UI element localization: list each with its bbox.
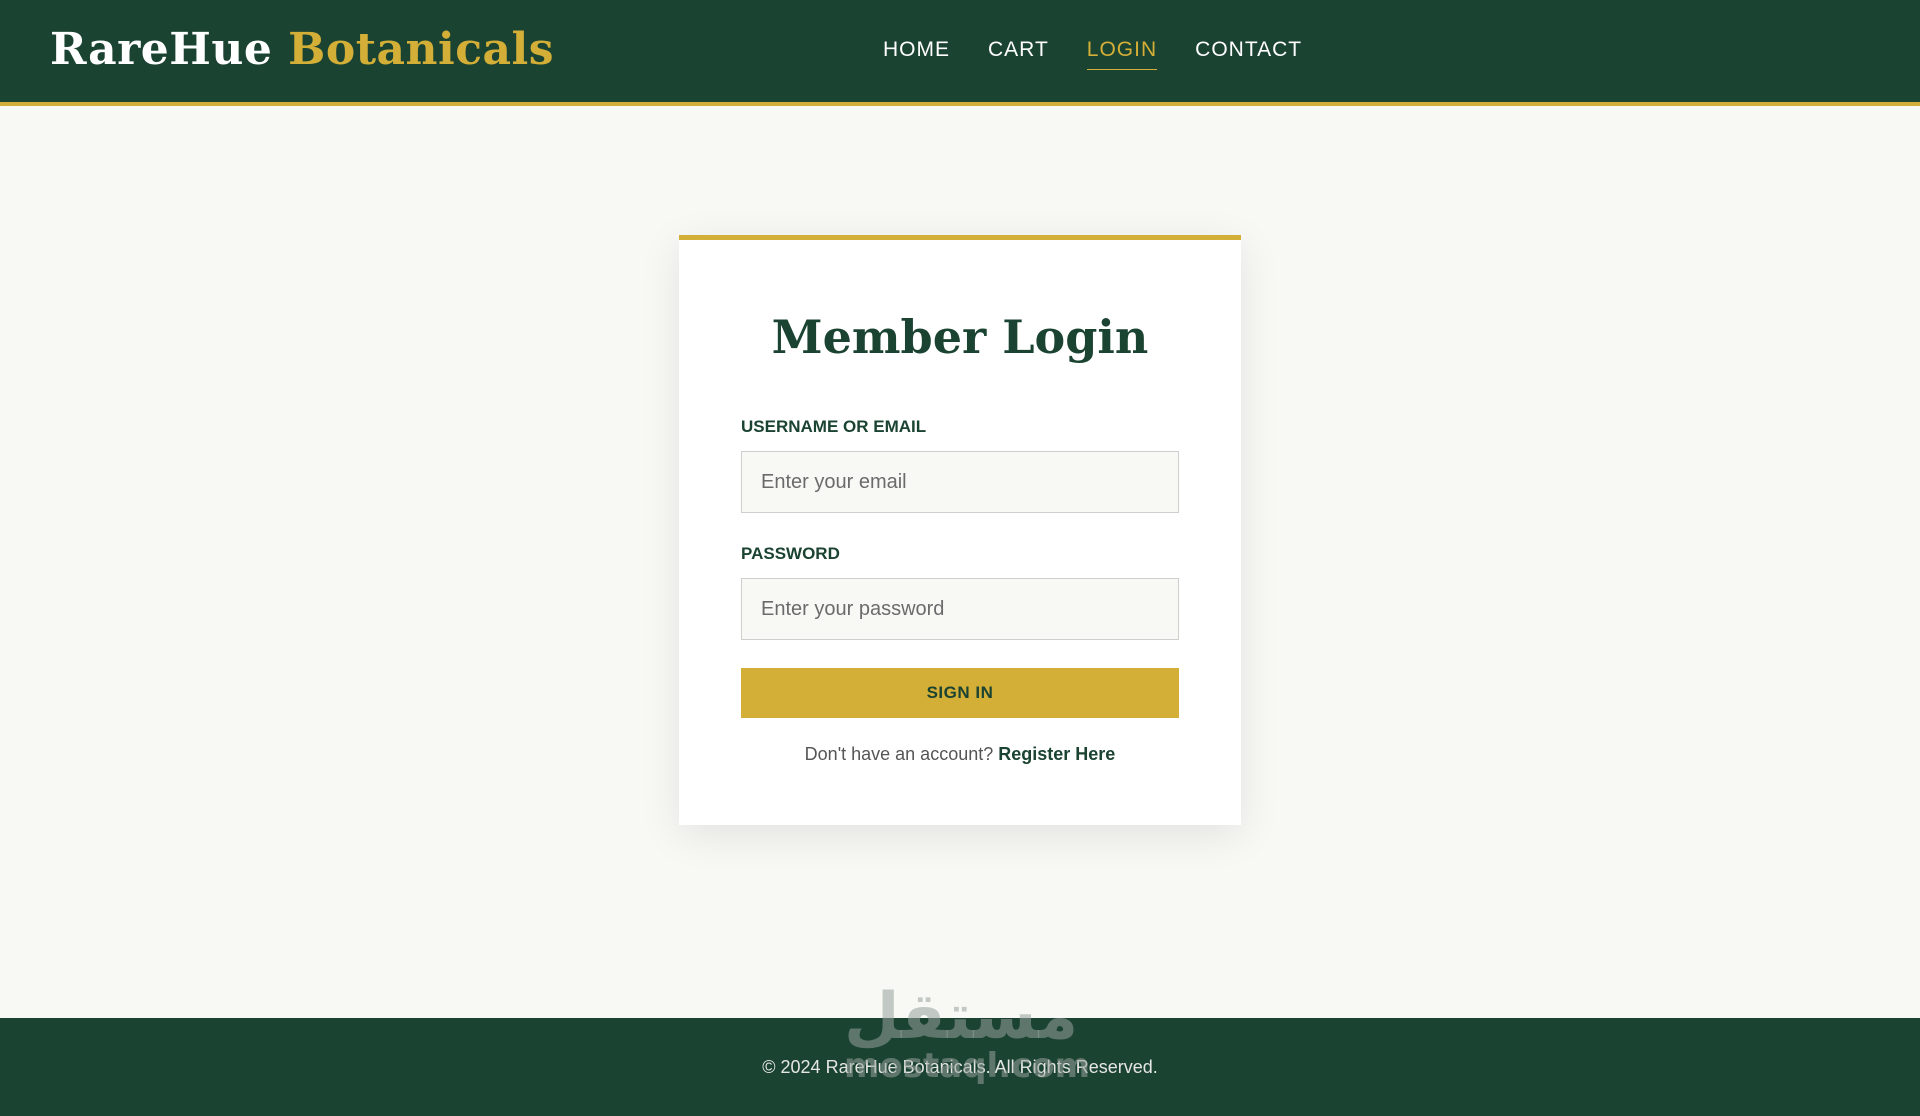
username-input[interactable]: [741, 451, 1179, 513]
nav-login-link[interactable]: LOGIN: [1086, 38, 1158, 70]
register-prompt: Don't have an account? Register Here: [679, 744, 1241, 765]
logo-text-accent: Botanicals: [288, 24, 555, 75]
site-logo[interactable]: RareHue Botanicals: [50, 24, 554, 75]
site-header: RareHue Botanicals HOME CART LOGIN CONTA…: [0, 0, 1920, 106]
password-label: PASSWORD: [741, 544, 840, 563]
nav-contact-link[interactable]: CONTACT: [1195, 38, 1302, 70]
username-label: USERNAME OR EMAIL: [741, 417, 927, 436]
register-link[interactable]: Register Here: [998, 744, 1115, 764]
nav-cart-link[interactable]: CART: [988, 38, 1049, 70]
logo-text-primary: RareHue: [50, 24, 273, 75]
login-title: Member Login: [771, 310, 1149, 364]
nav-home-link[interactable]: HOME: [883, 38, 950, 70]
site-footer: © 2024 RareHue Botanicals. All Rights Re…: [0, 1018, 1920, 1116]
sign-in-button[interactable]: SIGN IN: [741, 668, 1179, 718]
register-prompt-text: Don't have an account?: [804, 744, 994, 764]
password-input[interactable]: [741, 578, 1179, 640]
main-nav: HOME CART LOGIN CONTACT: [883, 38, 1302, 70]
footer-copyright: © 2024 RareHue Botanicals. All Rights Re…: [762, 1057, 1158, 1077]
login-card: Member Login USERNAME OR EMAIL PASSWORD …: [679, 235, 1241, 825]
